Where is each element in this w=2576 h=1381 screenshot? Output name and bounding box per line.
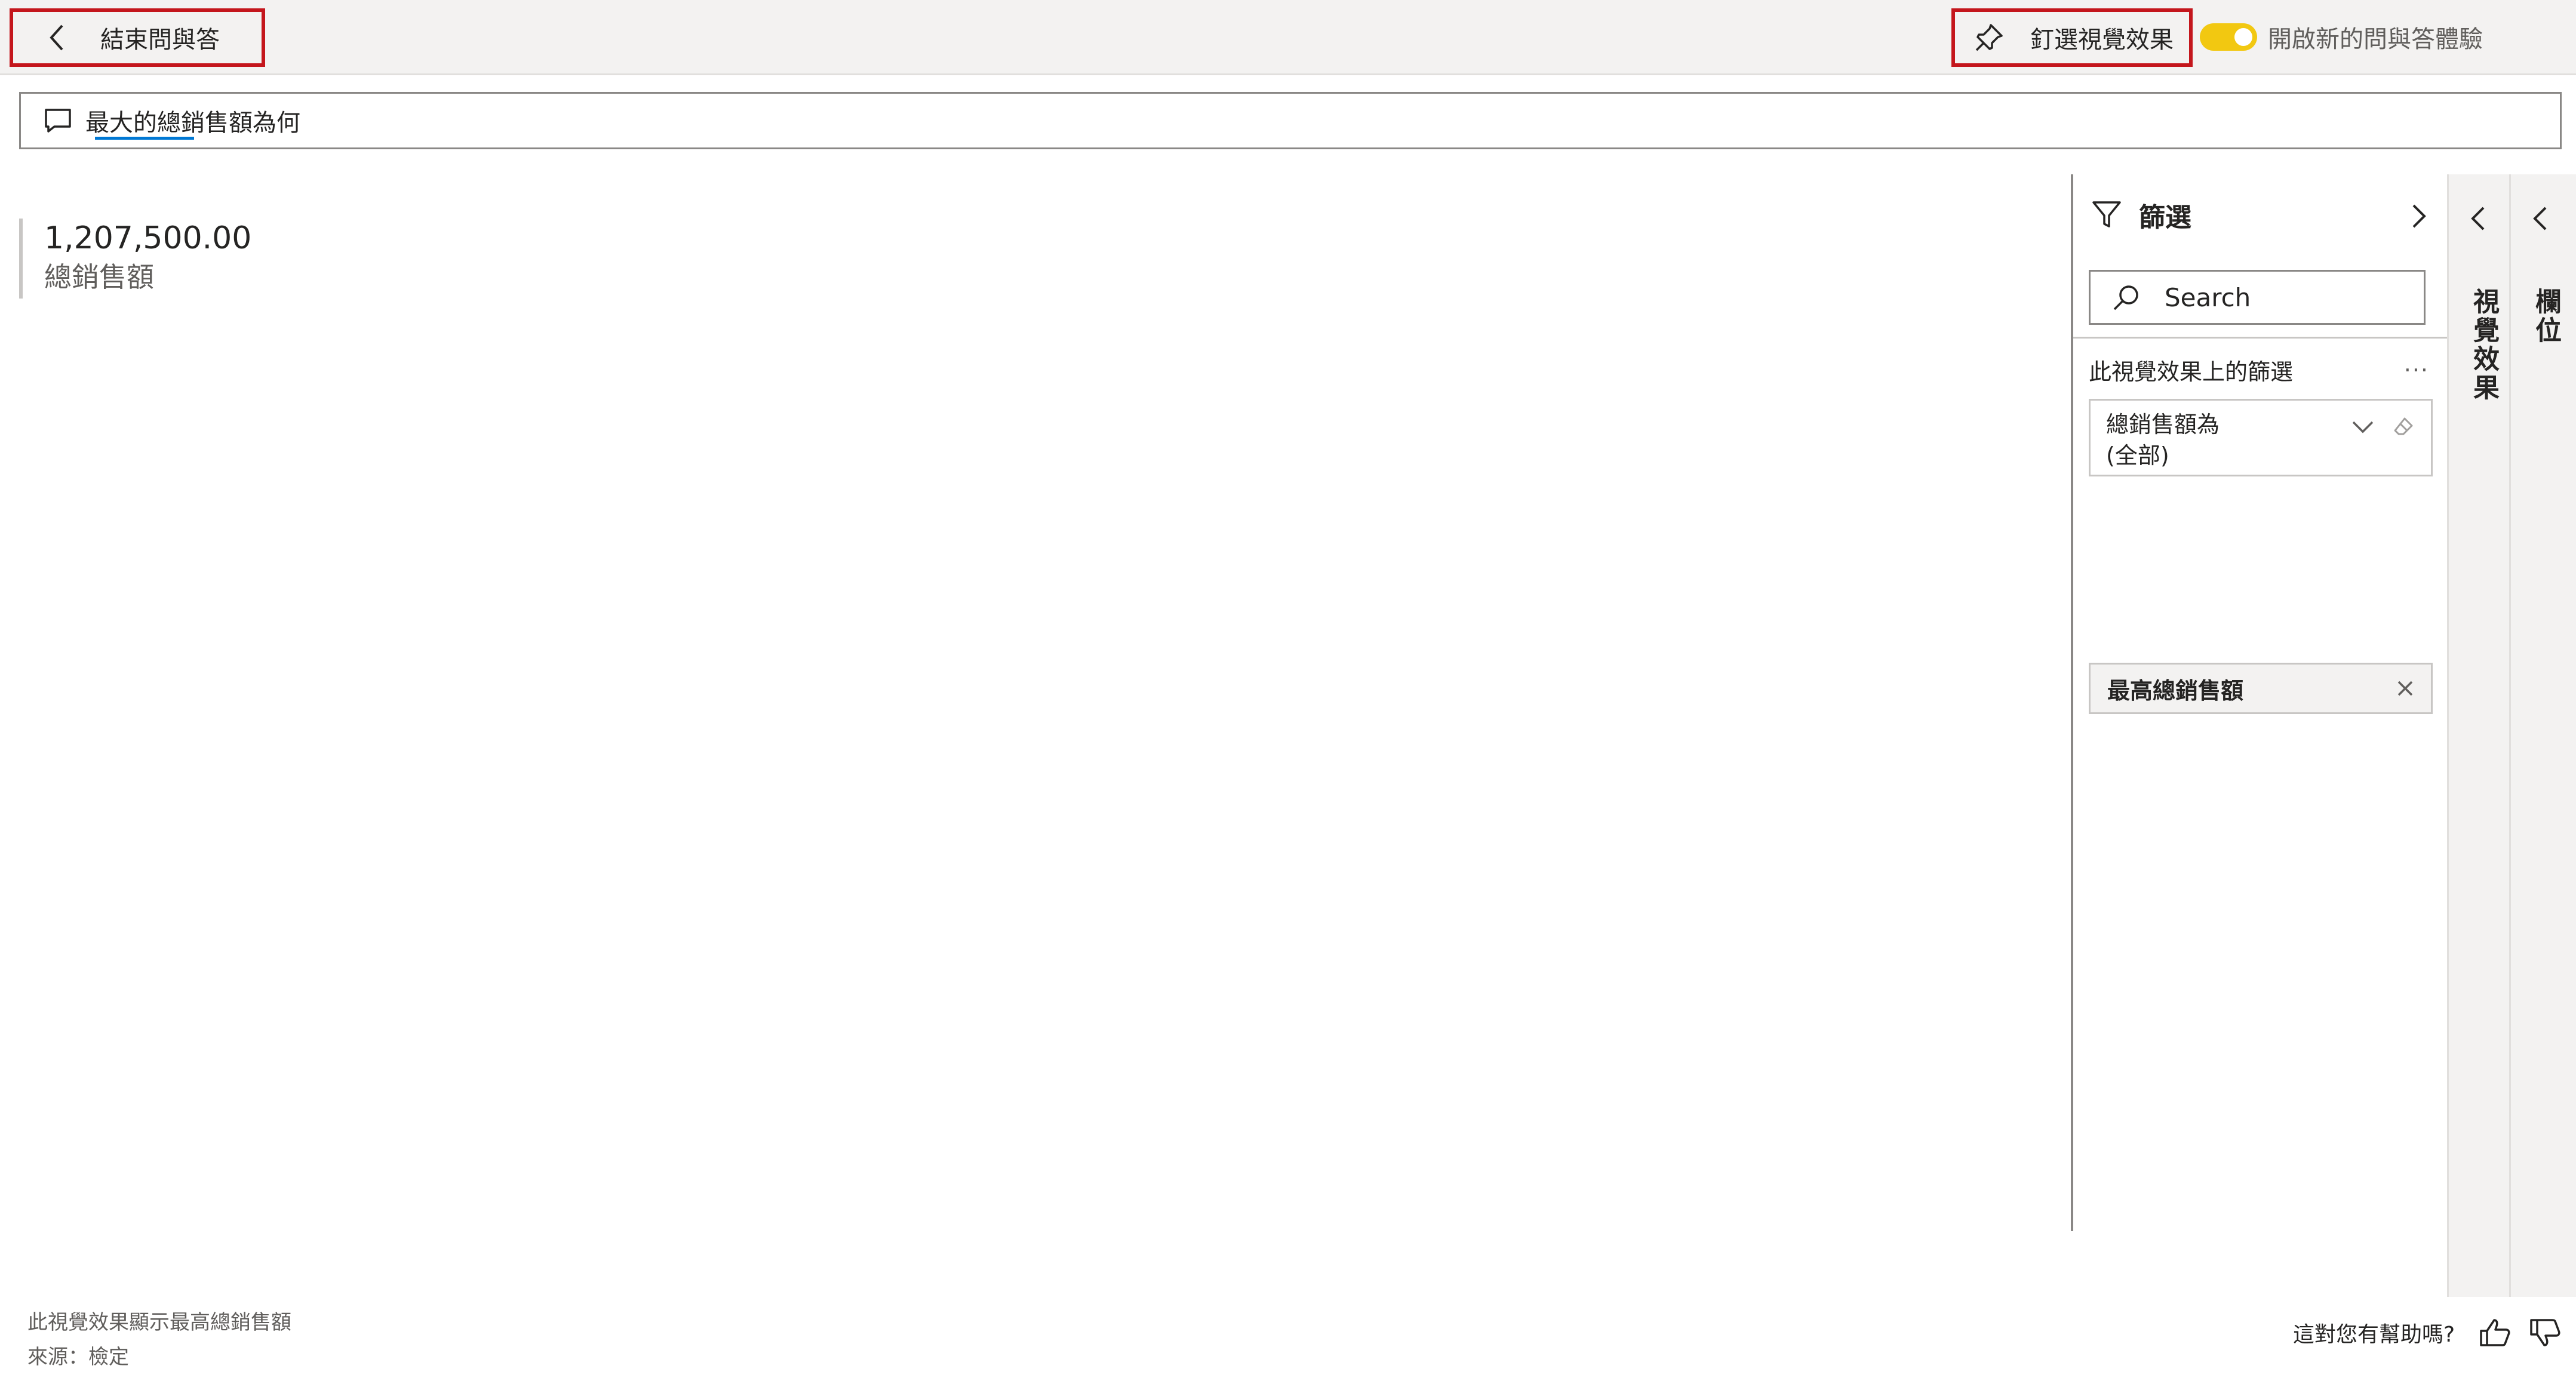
exit-qna-label: 結束問與答: [100, 26, 220, 54]
filter-card-total-sales[interactable]: 總銷售額為 (全部): [2089, 399, 2433, 476]
filter-chip-name: 最高總銷售額: [2107, 677, 2244, 704]
funnel-icon: [2091, 200, 2122, 230]
filter-card-value: (全部): [2106, 442, 2169, 469]
chevron-left-icon: [48, 23, 66, 52]
filters-pane: 篩選 此視覺效果上的篩選 ··· 總銷售額為 (全部): [2071, 174, 2448, 1231]
expand-visualizations-chevron-left-icon[interactable]: [2470, 205, 2486, 232]
filters-title: 篩選: [2139, 202, 2191, 233]
chevron-down-icon[interactable]: [2351, 420, 2375, 434]
top-bar: 結束問與答 釘選視覺效果 開啟新的問與答體驗: [0, 0, 2576, 75]
close-icon[interactable]: [2396, 679, 2414, 697]
card-label: 總銷售額: [44, 261, 154, 293]
feedback-group: 這對您有幫助嗎?: [2293, 1317, 2561, 1348]
visualizations-pane-tab[interactable]: 視覺效果: [2447, 174, 2509, 1297]
pin-visual-label: 釘選視覺效果: [2030, 26, 2174, 54]
toggle-label: 開啟新的問與答體驗: [2268, 26, 2483, 53]
chat-bubble-icon: [44, 107, 72, 134]
caption-description: 此視覺效果顯示最高總銷售額: [27, 1311, 291, 1334]
thumbs-down-icon[interactable]: [2529, 1318, 2561, 1348]
search-input[interactable]: [2163, 282, 2414, 313]
visual-filters-section-header: 此視覺效果上的篩選 ···: [2089, 353, 2429, 386]
more-dots-icon[interactable]: ···: [2404, 357, 2429, 383]
visualizations-tab-label: 視覺效果: [2469, 288, 2499, 402]
new-qna-experience-toggle[interactable]: [2200, 23, 2257, 51]
filters-header: 篩選: [2091, 196, 2191, 234]
new-qna-experience-toggle-group: 開啟新的問與答體驗: [2200, 20, 2483, 54]
pin-icon: [1974, 23, 2004, 53]
filter-card-tools: [2351, 416, 2414, 438]
filters-search-box[interactable]: [2089, 270, 2426, 325]
filter-chip-top-sales[interactable]: 最高總銷售額: [2089, 663, 2433, 714]
eraser-icon[interactable]: [2393, 416, 2414, 438]
search-icon: [2112, 283, 2141, 312]
visual-caption: 此視覺效果顯示最高總銷售額 來源：檢定: [27, 1305, 291, 1374]
question-input[interactable]: 最大的總銷售額為何: [19, 92, 2562, 149]
question-text[interactable]: 最大的總銷售額為何: [85, 103, 300, 138]
expand-fields-chevron-left-icon[interactable]: [2532, 205, 2548, 232]
helpful-question: 這對您有幫助嗎?: [2293, 1322, 2455, 1347]
exit-qna-button[interactable]: 結束問與答: [10, 8, 265, 67]
thumbs-up-icon[interactable]: [2479, 1318, 2511, 1348]
card-value: 1,207,500.00: [44, 220, 252, 256]
visual-filters-title: 此視覺效果上的篩選: [2089, 359, 2294, 385]
caption-source: 來源：檢定: [27, 1345, 129, 1369]
collapse-filters-chevron-right-icon[interactable]: [2411, 203, 2427, 229]
pane-divider: [2073, 337, 2448, 339]
question-term-underline: [95, 137, 194, 140]
pin-visual-button[interactable]: 釘選視覺效果: [1951, 8, 2193, 67]
fields-pane-tab[interactable]: 欄位: [2509, 174, 2576, 1297]
fields-tab-label: 欄位: [2531, 288, 2561, 345]
card-visual[interactable]: 1,207,500.00 總銷售額: [19, 219, 251, 299]
